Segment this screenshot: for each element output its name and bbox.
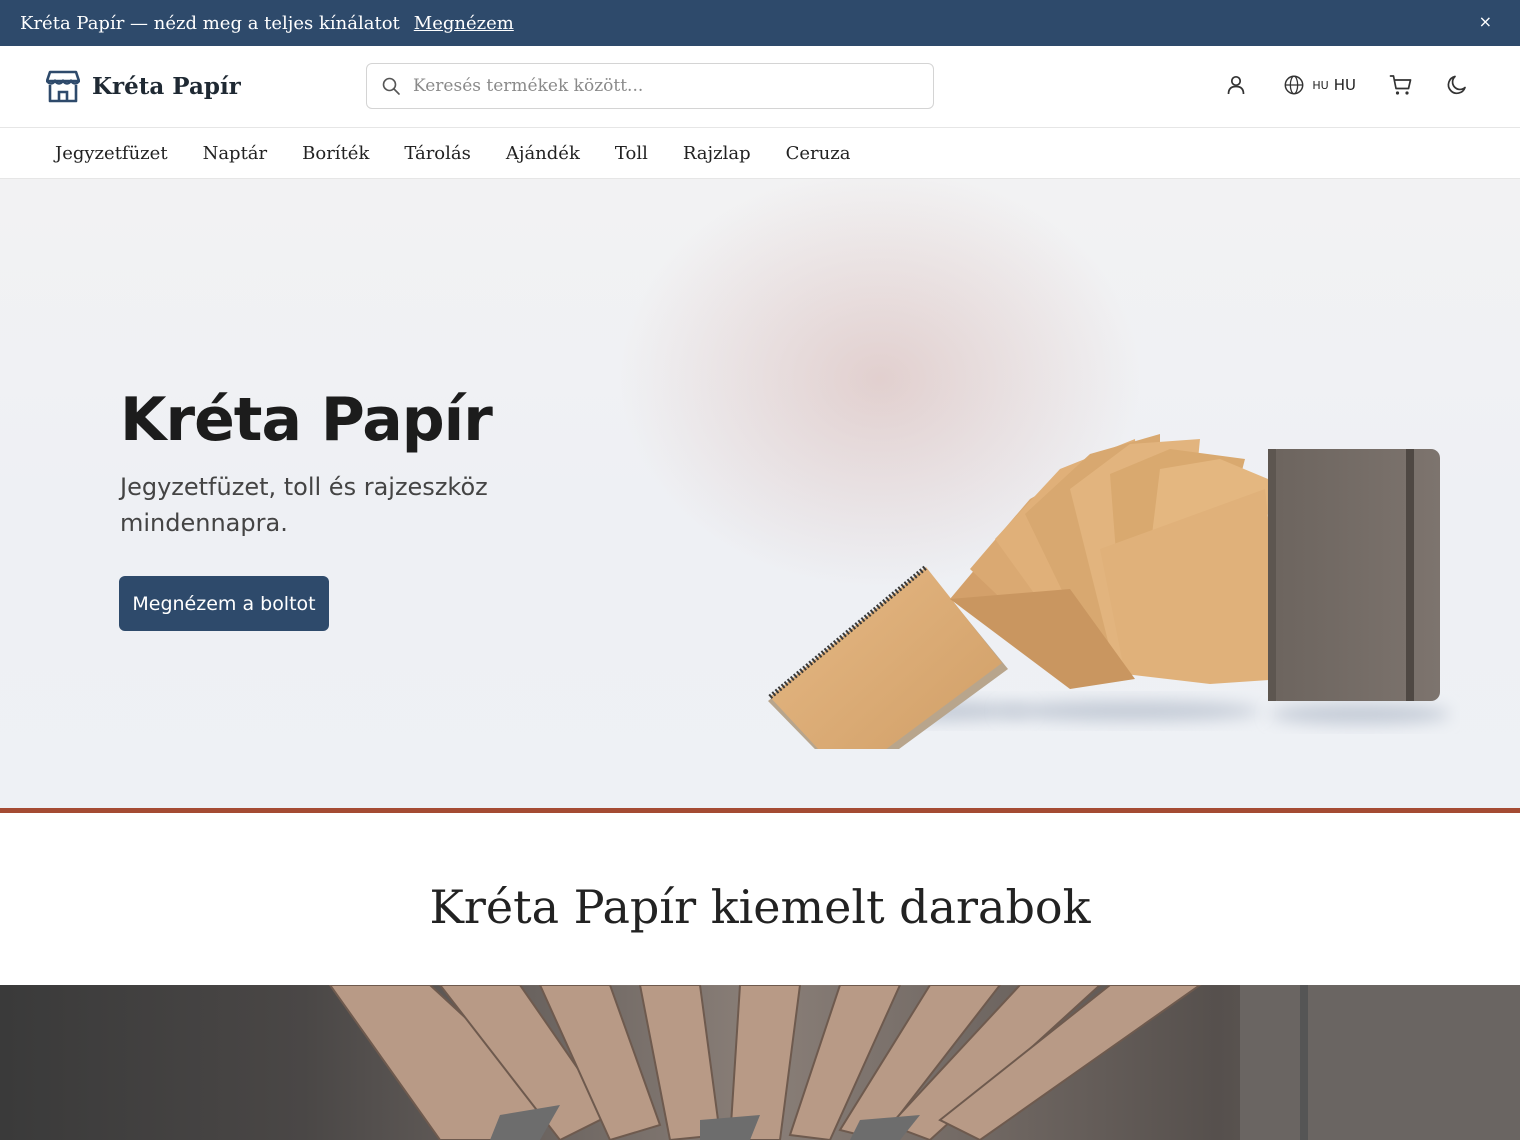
brand-name: Kréta Papír: [92, 72, 241, 100]
closed-notebook: [1268, 449, 1440, 701]
nav-item-naptar[interactable]: Naptár: [203, 143, 268, 164]
featured-image: [0, 985, 1520, 1140]
language-selector[interactable]: HU HU: [1283, 74, 1356, 96]
featured-title: Kréta Papír kiemelt darabok: [429, 880, 1091, 934]
search-icon: [382, 77, 400, 95]
hero-banner: Kréta Papír Jegyzetfüzet, toll és rajzes…: [0, 179, 1520, 808]
store-icon: [46, 70, 80, 103]
hero-product-image: [768, 434, 1450, 749]
envelope-fan: [950, 434, 1285, 689]
site-header: Kréta Papír HU HU: [0, 46, 1520, 128]
announcement-link[interactable]: Megnézem: [414, 13, 514, 34]
cart-button[interactable]: [1388, 72, 1414, 98]
hero-divider: [0, 808, 1520, 813]
globe-icon: [1284, 75, 1304, 95]
logo[interactable]: Kréta Papír: [46, 68, 241, 104]
nav-item-ajandek[interactable]: Ajándék: [506, 143, 580, 164]
moon-icon: [1447, 75, 1466, 95]
user-icon: [1228, 75, 1245, 95]
hero-title: Kréta Papír: [120, 385, 493, 455]
search-input[interactable]: [411, 75, 911, 97]
cart-icon: [1389, 75, 1412, 95]
pencils-image: [328, 985, 1520, 1140]
announcement-bar: Kréta Papír — nézd meg a teljes kínálato…: [0, 0, 1520, 46]
hero-subtitle: Jegyzetfüzet, toll és rajzeszköz mindenn…: [120, 473, 488, 537]
language-flag: HU: [1312, 78, 1329, 92]
announcement-text: Kréta Papír — nézd meg a teljes kínálato…: [20, 12, 400, 34]
nav-item-boritek[interactable]: Boríték: [302, 143, 369, 164]
nav-item-rajzlap[interactable]: Rajzlap: [683, 143, 751, 164]
shop-now-button[interactable]: Megnézem a boltot: [119, 576, 329, 631]
header-actions: HU HU: [1223, 72, 1470, 98]
category-nav: Jegyzetfüzet Naptár Boríték Tárolás Aján…: [0, 128, 1520, 179]
nav-item-jegyzetfuzet[interactable]: Jegyzetfüzet: [55, 143, 168, 164]
nav-item-tarolas[interactable]: Tárolás: [404, 143, 471, 164]
account-button[interactable]: [1223, 72, 1249, 98]
nav-item-toll[interactable]: Toll: [615, 143, 648, 164]
language-label: HU: [1333, 76, 1356, 94]
search-box[interactable]: [366, 63, 934, 109]
close-icon[interactable]: ×: [1479, 12, 1492, 31]
nav-item-ceruza[interactable]: Ceruza: [786, 143, 851, 164]
theme-toggle[interactable]: [1444, 72, 1470, 98]
